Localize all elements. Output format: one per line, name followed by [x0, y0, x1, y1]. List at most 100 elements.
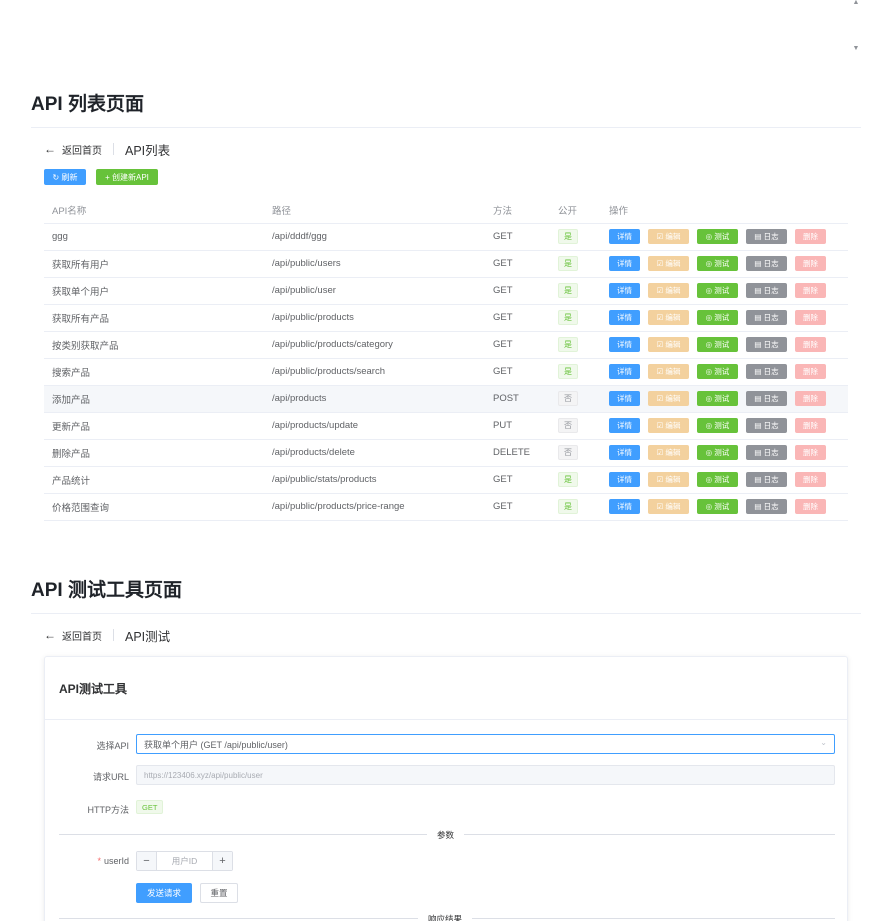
detail-button[interactable]: 详情	[609, 337, 640, 352]
log-button[interactable]: ▤ 日志	[746, 310, 787, 325]
edit-button[interactable]: ☑ 编辑	[648, 337, 689, 352]
api-method-cell: GET	[485, 304, 550, 332]
log-button[interactable]: ▤ 日志	[746, 256, 787, 271]
detail-button[interactable]: 详情	[609, 499, 640, 514]
api-name-cell: 获取所有产品	[44, 304, 264, 332]
delete-button[interactable]: 删除	[795, 283, 826, 298]
table-header-row: API名称 路径 方法 公开 操作	[44, 198, 848, 224]
delete-button[interactable]: 删除	[795, 472, 826, 487]
log-button[interactable]: ▤ 日志	[746, 418, 787, 433]
edit-button[interactable]: ☑ 编辑	[648, 283, 689, 298]
edit-button[interactable]: ☑ 编辑	[648, 418, 689, 433]
table-row: 产品统计/api/public/stats/products GET 是 详情 ☑ 编辑…	[44, 466, 848, 494]
test-button[interactable]: ◎ 测试	[697, 337, 738, 352]
test-section-divider	[31, 613, 861, 614]
delete-button[interactable]: 删除	[795, 229, 826, 244]
log-button[interactable]: ▤ 日志	[746, 364, 787, 379]
userid-input[interactable]: 用户ID	[157, 855, 212, 867]
api-table: API名称 路径 方法 公开 操作 ggg/api/dddf/ggg GET 是详情…	[44, 198, 848, 521]
back-arrow-icon: ←	[44, 628, 56, 642]
detail-button[interactable]: 详情	[609, 283, 640, 298]
log-button[interactable]: ▤ 日志	[746, 445, 787, 460]
scroll-up-icon[interactable]: ▲	[852, 0, 860, 6]
api-actions-cell: 详情 ☑ 编辑 ◎ 测试 ▤ 日志 删除	[601, 439, 848, 467]
log-button[interactable]: ▤ 日志	[746, 283, 787, 298]
request-url-label: 请求URL	[92, 772, 129, 782]
api-actions-cell: 详情 ☑ 编辑 ◎ 测试 ▤ 日志 删除	[601, 493, 848, 521]
log-button[interactable]: ▤ 日志	[746, 472, 787, 487]
log-button[interactable]: ▤ 日志	[746, 499, 787, 514]
edit-button[interactable]: ☑ 编辑	[648, 445, 689, 460]
test-button[interactable]: ◎ 测试	[697, 472, 738, 487]
back-home-link[interactable]: ← 返回首页	[44, 142, 102, 157]
edit-button[interactable]: ☑ 编辑	[648, 364, 689, 379]
edit-button[interactable]: ☑ 编辑	[648, 256, 689, 271]
table-row: 更新产品/api/products/update PUT 否 详情 ☑ 编辑 ◎ 测试 ▤ …	[44, 412, 848, 440]
api-actions-cell: 详情 ☑ 编辑 ◎ 测试 ▤ 日志 删除	[601, 331, 848, 359]
detail-button[interactable]: 详情	[609, 418, 640, 433]
public-status-tag: 是	[558, 472, 578, 487]
back-home-label: 返回首页	[62, 631, 102, 643]
test-button[interactable]: ◎ 测试	[697, 499, 738, 514]
log-button[interactable]: ▤ 日志	[746, 391, 787, 406]
edit-button[interactable]: ☑ 编辑	[648, 391, 689, 406]
detail-button[interactable]: 详情	[609, 256, 640, 271]
column-header-public: 公开	[550, 198, 601, 224]
public-status-tag: 否	[558, 445, 578, 460]
public-status-tag: 否	[558, 391, 578, 406]
increment-button[interactable]: +	[212, 852, 232, 870]
test-button[interactable]: ◎ 测试	[697, 229, 738, 244]
delete-button[interactable]: 删除	[795, 337, 826, 352]
api-select[interactable]: 获取单个用户 (GET /api/public/user) ⌄	[136, 734, 835, 754]
edit-button[interactable]: ☑ 编辑	[648, 472, 689, 487]
chevron-down-icon: ⌄	[820, 738, 827, 747]
delete-button[interactable]: 删除	[795, 418, 826, 433]
api-actions-cell: 详情 ☑ 编辑 ◎ 测试 ▤ 日志 删除	[601, 466, 848, 494]
edit-button[interactable]: ☑ 编辑	[648, 229, 689, 244]
delete-button[interactable]: 删除	[795, 499, 826, 514]
test-button[interactable]: ◎ 测试	[697, 391, 738, 406]
back-home-link[interactable]: ← 返回首页	[44, 628, 102, 643]
edit-button[interactable]: ☑ 编辑	[648, 499, 689, 514]
delete-button[interactable]: 删除	[795, 445, 826, 460]
detail-button[interactable]: 详情	[609, 229, 640, 244]
delete-button[interactable]: 删除	[795, 364, 826, 379]
refresh-button[interactable]: ↻ 刷新	[44, 169, 86, 185]
detail-button[interactable]: 详情	[609, 310, 640, 325]
api-public-cell: 是	[550, 304, 601, 332]
detail-button[interactable]: 详情	[609, 445, 640, 460]
userid-stepper[interactable]: − 用户ID +	[136, 851, 233, 871]
delete-button[interactable]: 删除	[795, 256, 826, 271]
decrement-button[interactable]: −	[137, 852, 157, 870]
detail-button[interactable]: 详情	[609, 391, 640, 406]
api-name-cell: 删除产品	[44, 439, 264, 467]
test-button[interactable]: ◎ 测试	[697, 283, 738, 298]
detail-button[interactable]: 详情	[609, 472, 640, 487]
scroll-down-icon[interactable]: ▼	[852, 45, 860, 52]
log-button[interactable]: ▤ 日志	[746, 337, 787, 352]
detail-button[interactable]: 详情	[609, 364, 640, 379]
column-header-name: API名称	[44, 198, 264, 224]
api-actions-cell: 详情 ☑ 编辑 ◎ 测试 ▤ 日志 删除	[601, 412, 848, 440]
test-button[interactable]: ◎ 测试	[697, 364, 738, 379]
test-button[interactable]: ◎ 测试	[697, 445, 738, 460]
test-button[interactable]: ◎ 测试	[697, 256, 738, 271]
test-button[interactable]: ◎ 测试	[697, 418, 738, 433]
send-request-button[interactable]: 发送请求	[136, 883, 192, 903]
api-public-cell: 是	[550, 493, 601, 521]
request-url-field[interactable]: https://123406.xyz/api/public/user	[136, 765, 835, 785]
log-button[interactable]: ▤ 日志	[746, 229, 787, 244]
test-button[interactable]: ◎ 测试	[697, 310, 738, 325]
delete-button[interactable]: 删除	[795, 310, 826, 325]
edit-button[interactable]: ☑ 编辑	[648, 310, 689, 325]
reset-button[interactable]: 重置	[200, 883, 238, 903]
api-path-cell: /api/public/products/price-range	[264, 493, 485, 521]
list-section-title: API 列表页面	[31, 94, 144, 115]
create-api-button[interactable]: + 创建新API	[96, 169, 158, 185]
table-row: 获取单个用户/api/public/user GET 是 详情 ☑ 编辑 ◎ 测试 ▤ 日志…	[44, 277, 848, 305]
table-row: 获取所有用户/api/public/users GET 是 详情 ☑ 编辑 ◎ 测试 ▤ 日…	[44, 250, 848, 278]
api-path-cell: /api/public/products/category	[264, 331, 485, 359]
column-header-method: 方法	[485, 198, 550, 224]
response-divider-label: 响应结果	[418, 913, 473, 921]
delete-button[interactable]: 删除	[795, 391, 826, 406]
